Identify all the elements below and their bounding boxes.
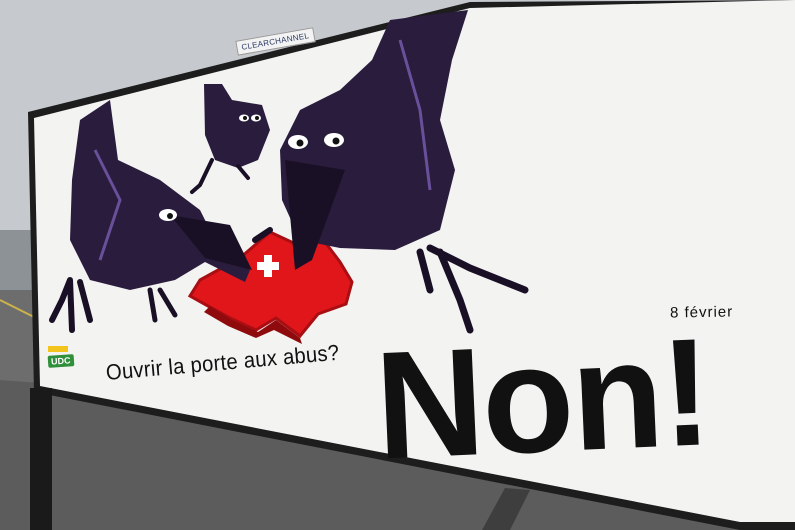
billboard-post — [30, 388, 52, 530]
party-logo: UDC — [47, 354, 74, 368]
party-logo-sun — [48, 346, 68, 352]
poster-answer: Non! — [372, 305, 713, 492]
